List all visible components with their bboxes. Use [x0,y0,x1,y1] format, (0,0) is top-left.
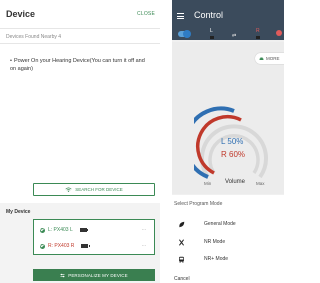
personalize-button-label: PERSONALIZE MY DEVICE [68,272,128,278]
program-option-nr[interactable]: NR Mode [172,234,284,250]
instruction-label: Power On your Hearing Device(You can tur… [10,58,145,72]
bullet-icon: • [10,58,12,64]
program-option-general[interactable]: General Mode [172,216,284,232]
device-row-left[interactable]: L: PX403 L [40,224,88,236]
device-name-right: R: PX403 R [48,243,75,249]
more-button-label: MORE [266,56,280,61]
utensils-icon [179,238,184,246]
right-battery-icon [256,36,260,39]
volume-left-value: L 50% [221,137,244,146]
left-ear-label: L [210,28,213,34]
check-circle-icon [40,243,45,249]
my-device-label: My Device [6,209,31,215]
search-for-device-button[interactable]: SEARCH FOR DEVICE [33,183,155,196]
device-more-left[interactable]: ... [142,226,146,232]
control-title: Control [194,10,224,20]
devices-found-text: Devices Found Nearby 4 [6,34,62,40]
control-toolbar: L ⇄ R [172,28,284,42]
menu-icon[interactable] [177,13,184,19]
volume-label: Volume [225,179,246,185]
program-mode-sheet: Select Program Mode General Mode NR Mode… [172,195,284,283]
wifi-icon [65,187,72,192]
device-list-card: L: PX403 L ... R: PX403 R ... [33,219,155,255]
battery-icon [79,228,88,232]
device-row-right[interactable]: R: PX403 R [40,240,90,252]
device-more-right[interactable]: ... [142,242,146,248]
personalize-device-button[interactable]: PERSONALIZE MY DEVICE [33,269,155,281]
leaf-icon [179,221,185,227]
close-button[interactable]: CLOSE [137,11,155,17]
check-circle-icon [40,227,45,233]
control-screen: Control L ⇄ R MORE L 50% R 60% Min Volum… [172,0,284,283]
instruction-text: • Power On your Hearing Device(You can tu… [10,57,150,73]
left-battery-icon [210,36,214,39]
search-button-label: SEARCH FOR DEVICE [75,187,123,192]
volume-max-label: Max [256,181,265,186]
page-title: Device [6,9,36,19]
header-divider [0,28,160,29]
sliders-icon [60,273,65,277]
device-name-left: L: PX403 L [48,227,73,233]
found-divider [0,43,160,44]
car-icon [259,57,264,60]
volume-min-label: Min [204,181,212,186]
link-icon[interactable]: ⇄ [232,33,236,39]
program-option-label: NR Mode [204,239,226,245]
program-option-nr-plus[interactable]: NR+ Mode [172,251,284,267]
program-option-label: General Mode [204,221,236,227]
right-ear-label: R [256,28,260,34]
bus-icon [179,256,184,263]
device-screen: Device CLOSE Devices Found Nearby 4 • Pow… [0,0,160,283]
program-option-label: NR+ Mode [204,256,229,262]
right-status-icon [276,30,282,36]
cancel-button[interactable]: Cancel [174,276,190,282]
power-toggle[interactable] [178,30,191,38]
device-header: Device CLOSE [0,0,160,28]
volume-right-value: R 60% [221,150,246,159]
battery-icon [81,244,90,248]
program-mode-title: Select Program Mode [174,201,223,207]
more-button[interactable]: MORE [255,53,284,64]
